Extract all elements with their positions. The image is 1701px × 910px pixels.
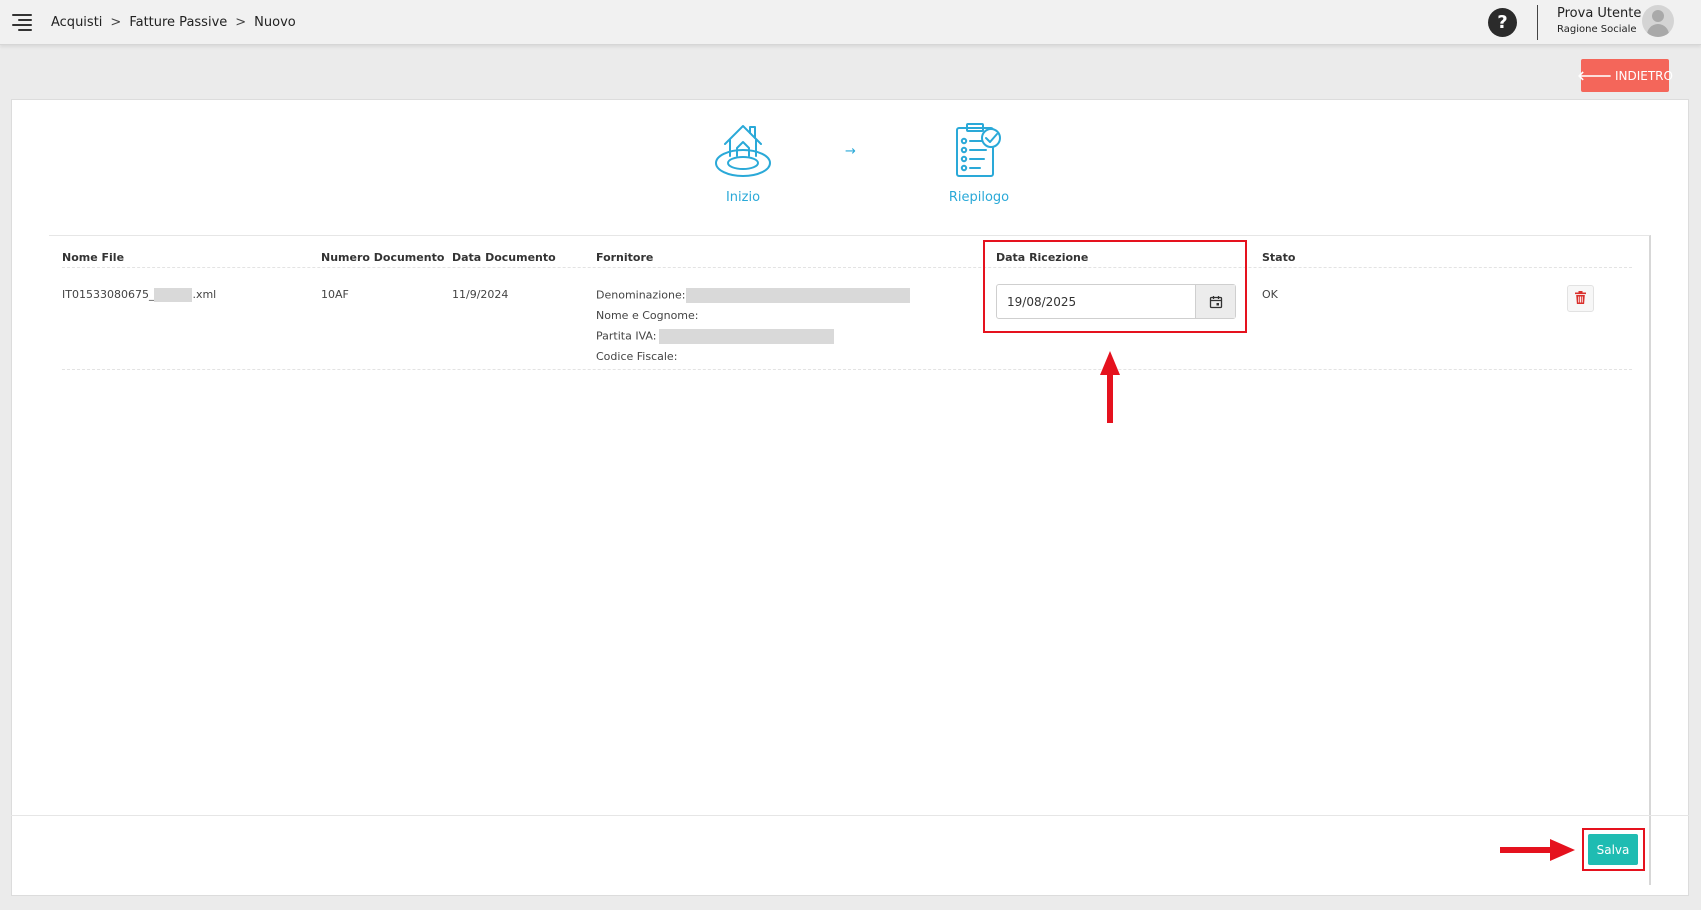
wizard-step-label: Riepilogo bbox=[948, 190, 1010, 205]
home-upload-icon bbox=[704, 122, 782, 180]
fornitore-partita-iva: Partita IVA: bbox=[596, 329, 835, 344]
wizard-step-riepilogo[interactable]: Riepilogo bbox=[937, 122, 1021, 205]
wizard-arrow: → bbox=[845, 144, 856, 159]
highlight-box-save bbox=[1582, 828, 1645, 871]
footer-divider bbox=[11, 815, 1689, 816]
redacted-block bbox=[659, 329, 835, 344]
menu-icon[interactable] bbox=[12, 14, 32, 31]
column-header-nome-file: Nome File bbox=[62, 251, 125, 264]
cell-numero-documento: 10AF bbox=[321, 288, 349, 301]
fornitore-codice-fiscale: Codice Fiscale: bbox=[596, 350, 678, 363]
delete-button[interactable] bbox=[1567, 285, 1594, 312]
help-icon[interactable]: ? bbox=[1488, 8, 1517, 37]
main-card: Inizio → Riepilogo Nome File Numero Docu… bbox=[11, 99, 1689, 896]
annotation-arrow-up-icon bbox=[1100, 351, 1120, 423]
wizard-step-label: Inizio bbox=[725, 190, 761, 205]
invoice-table: Nome File Numero Documento Data Document… bbox=[49, 235, 1651, 885]
back-button[interactable]: 🡐 INDIETRO bbox=[1577, 59, 1673, 92]
user-name: Prova Utente bbox=[1557, 6, 1642, 21]
checklist-icon bbox=[937, 122, 1021, 180]
redacted-block bbox=[686, 288, 911, 303]
column-header-data-documento: Data Documento bbox=[452, 251, 556, 264]
avatar[interactable] bbox=[1642, 5, 1674, 37]
top-bar: Acquisti > Fatture Passive > Nuovo ? Pro… bbox=[0, 0, 1701, 45]
header-divider-line bbox=[62, 267, 1632, 268]
cell-data-documento: 11/9/2024 bbox=[452, 288, 509, 301]
column-header-stato: Stato bbox=[1262, 251, 1296, 264]
cell-nome-file: IT01533080675_ .xml bbox=[62, 288, 217, 302]
column-header-numero-documento: Numero Documento bbox=[321, 251, 445, 264]
header-divider bbox=[1537, 5, 1538, 40]
fornitore-nome-cognome: Nome e Cognome: bbox=[596, 309, 699, 322]
trash-icon bbox=[1575, 289, 1586, 308]
breadcrumb-separator: > bbox=[235, 15, 247, 30]
breadcrumb: Acquisti > Fatture Passive > Nuovo bbox=[51, 0, 296, 45]
breadcrumb-item-fatture-passive[interactable]: Fatture Passive bbox=[129, 15, 227, 30]
fornitore-denominazione: Denominazione: bbox=[596, 288, 911, 303]
column-header-fornitore: Fornitore bbox=[596, 251, 654, 264]
highlight-box-data-ricezione bbox=[983, 240, 1247, 333]
breadcrumb-item-acquisti[interactable]: Acquisti bbox=[51, 15, 102, 30]
back-button-label: INDIETRO bbox=[1614, 68, 1673, 83]
cell-stato: OK bbox=[1262, 288, 1278, 301]
arrow-left-icon: 🡐 bbox=[1577, 68, 1612, 84]
breadcrumb-separator: > bbox=[110, 15, 122, 30]
user-company: Ragione Sociale bbox=[1557, 24, 1637, 35]
row-divider-line bbox=[62, 369, 1632, 370]
wizard-step-inizio[interactable]: Inizio bbox=[704, 122, 782, 205]
annotation-arrow-right-icon bbox=[1500, 839, 1575, 861]
redacted-block bbox=[154, 288, 193, 302]
breadcrumb-item-nuovo: Nuovo bbox=[254, 15, 296, 30]
